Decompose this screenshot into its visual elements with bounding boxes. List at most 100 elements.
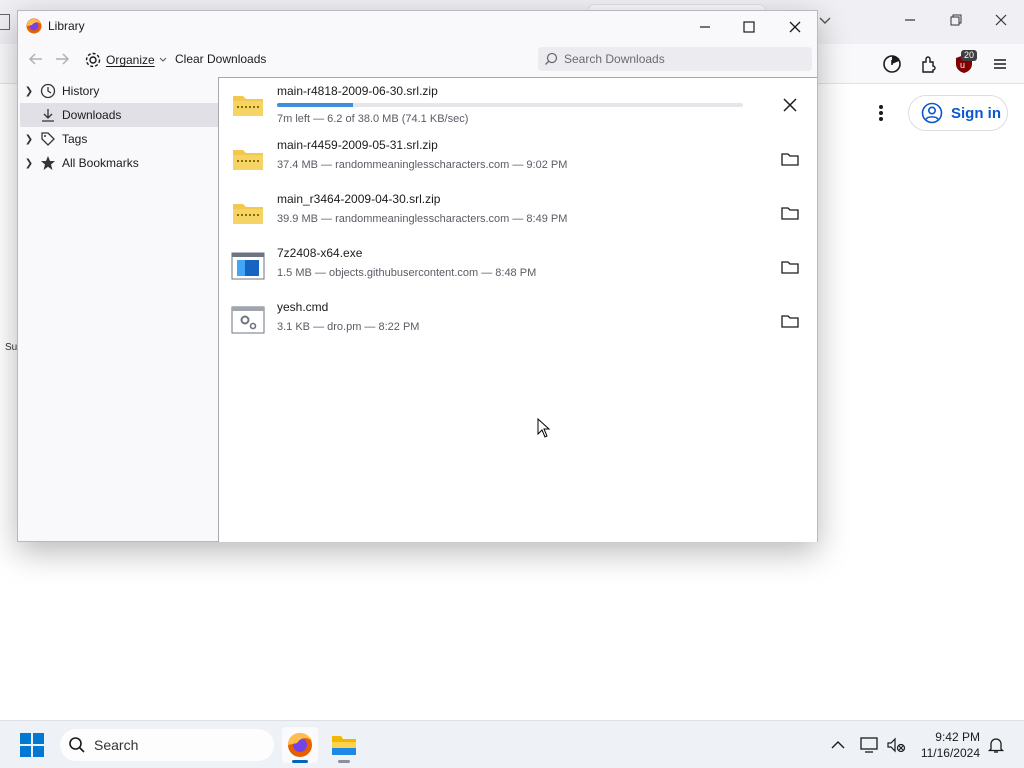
browser-close-button[interactable] — [989, 10, 1013, 34]
folder-icon — [781, 153, 799, 166]
folder-icon — [781, 315, 799, 328]
show-hidden-icons-chevron-icon[interactable] — [828, 735, 848, 755]
sign-in-label: Sign in — [951, 104, 1001, 122]
download-filename: yesh.cmd — [277, 300, 329, 314]
sidebar-item-all-bookmarks[interactable]: ❯ All Bookmarks — [20, 151, 218, 175]
notification-bell-icon[interactable] — [986, 735, 1006, 755]
download-filename: 7z2408-x64.exe — [277, 246, 363, 260]
sidebar-item-tags[interactable]: ❯ Tags — [20, 127, 218, 151]
browser-restore-button[interactable] — [944, 10, 968, 34]
taskbar-firefox-button[interactable] — [282, 727, 318, 763]
taskbar-search-box[interactable]: Search — [60, 729, 274, 761]
taskbar: Search 9:42 PM 11/16/2024 — [0, 720, 1024, 768]
zip-folder-icon — [231, 144, 265, 172]
cancel-download-button[interactable] — [779, 94, 801, 116]
sidebar-item-label: Downloads — [62, 108, 122, 122]
forward-button[interactable] — [52, 49, 72, 69]
taskbar-file-explorer-button[interactable] — [326, 727, 362, 763]
downloads-progress-icon[interactable] — [880, 52, 904, 76]
expand-chevron-icon[interactable]: ❯ — [20, 158, 38, 169]
network-icon[interactable] — [860, 735, 880, 755]
windows-logo-icon — [20, 733, 44, 757]
download-status: 1.5 MB — objects.githubusercontent.com —… — [277, 267, 537, 279]
search-icon — [69, 737, 85, 753]
library-window: Library Organize Clear Downloads ❯ Histo… — [17, 10, 818, 542]
arrow-right-icon — [56, 53, 70, 65]
search-icon — [545, 52, 558, 65]
arrow-left-icon — [28, 53, 42, 65]
download-icon — [38, 107, 58, 123]
sidebar-item-label: Tags — [62, 132, 88, 146]
show-in-folder-button[interactable] — [779, 256, 801, 278]
library-sidebar: ❯ History Downloads ❯ Tags ❯ All Bookmar… — [18, 77, 218, 542]
sidebar-item-downloads[interactable]: Downloads — [20, 103, 218, 127]
download-filename: main_r3464-2009-04-30.srl.zip — [277, 192, 441, 206]
file-explorer-icon — [332, 736, 356, 755]
back-button[interactable] — [26, 49, 46, 69]
exe-file-icon — [231, 252, 265, 280]
show-in-folder-button[interactable] — [779, 148, 801, 170]
download-status: 37.4 MB — randommeaninglesscharacters.co… — [277, 159, 568, 171]
library-titlebar: Library — [18, 11, 817, 41]
download-item[interactable]: main_r3464-2009-04-30.srl.zip 39.9 MB — … — [219, 186, 817, 240]
more-options-icon[interactable] — [872, 102, 890, 124]
download-status: 7m left — 6.2 of 38.0 MB (74.1 KB/sec) — [277, 113, 469, 125]
expand-chevron-icon[interactable]: ❯ — [20, 134, 38, 145]
tag-icon — [38, 131, 58, 147]
downloads-list: main-r4818-2009-06-30.srl.zip 7m left — … — [218, 77, 817, 542]
organize-menu-button[interactable]: Organize — [84, 49, 167, 71]
close-icon — [783, 98, 797, 112]
library-maximize-button[interactable] — [726, 14, 772, 40]
folder-icon — [781, 261, 799, 274]
search-downloads-input[interactable] — [564, 52, 794, 66]
download-item[interactable]: 7z2408-x64.exe 1.5 MB — objects.githubus… — [219, 240, 817, 294]
download-status: 39.9 MB — randommeaninglesscharacters.co… — [277, 213, 568, 225]
clock-time: 9:42 PM — [935, 730, 980, 744]
search-downloads-box[interactable] — [538, 47, 812, 71]
download-status: 3.1 KB — dro.pm — 8:22 PM — [277, 321, 420, 333]
zip-folder-icon — [231, 198, 265, 226]
sidebar-item-label: All Bookmarks — [62, 156, 139, 170]
library-title: Library — [48, 19, 85, 33]
download-progress-bar — [277, 103, 743, 107]
chevron-down-icon[interactable] — [818, 16, 832, 26]
show-in-folder-button[interactable] — [779, 310, 801, 332]
extension-badge: 20 — [961, 50, 978, 61]
folder-icon — [781, 207, 799, 220]
download-item[interactable]: main-r4818-2009-06-30.srl.zip 7m left — … — [219, 78, 817, 132]
chevron-down-icon — [159, 57, 167, 62]
tab-list-icon[interactable] — [0, 14, 10, 30]
download-progress-fill — [277, 103, 353, 107]
download-filename: main-r4818-2009-06-30.srl.zip — [277, 84, 438, 98]
browser-minimize-button[interactable] — [898, 10, 922, 34]
sign-in-button[interactable]: Sign in — [908, 95, 1008, 131]
taskbar-search-label: Search — [94, 737, 139, 753]
volume-muted-icon[interactable] — [886, 735, 906, 755]
clear-downloads-button[interactable]: Clear Downloads — [175, 52, 266, 66]
taskbar-clock[interactable]: 9:42 PM 11/16/2024 — [912, 729, 980, 761]
partial-page-text: Su — [5, 342, 18, 353]
sidebar-item-history[interactable]: ❯ History — [20, 79, 218, 103]
hamburger-menu-icon[interactable] — [988, 52, 1012, 76]
mouse-cursor-icon — [537, 417, 551, 438]
expand-chevron-icon[interactable]: ❯ — [20, 86, 38, 97]
library-close-button[interactable] — [772, 14, 818, 40]
extensions-icon[interactable] — [917, 52, 941, 76]
firefox-icon — [288, 733, 312, 757]
start-button[interactable] — [20, 733, 44, 757]
firefox-logo-icon — [26, 18, 42, 34]
star-icon — [38, 155, 58, 171]
account-icon — [921, 102, 943, 124]
sidebar-item-label: History — [62, 84, 100, 98]
cmd-file-icon — [231, 306, 265, 334]
gear-icon — [85, 52, 101, 68]
library-minimize-button[interactable] — [682, 14, 728, 40]
download-item[interactable]: yesh.cmd 3.1 KB — dro.pm — 8:22 PM — [219, 294, 817, 348]
clock-date: 11/16/2024 — [920, 746, 980, 760]
clock-icon — [38, 83, 58, 99]
organize-label: Organize — [106, 53, 155, 67]
download-item[interactable]: main-r4459-2009-05-31.srl.zip 37.4 MB — … — [219, 132, 817, 186]
show-in-folder-button[interactable] — [779, 202, 801, 224]
download-filename: main-r4459-2009-05-31.srl.zip — [277, 138, 438, 152]
svg-text:u: u — [960, 60, 965, 70]
